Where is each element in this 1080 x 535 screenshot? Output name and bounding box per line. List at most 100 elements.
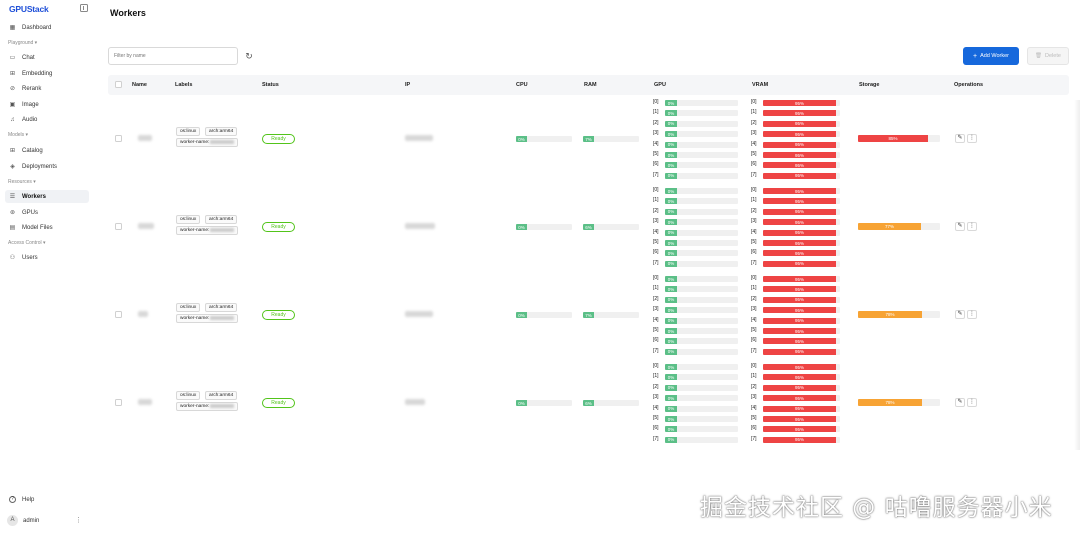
label-tag-os: os:linux <box>176 127 201 136</box>
vram-usage-bar: 95% <box>763 120 840 127</box>
col-storage: Storage <box>859 82 880 88</box>
sidebar-item-dashboard[interactable]: ▦ Dashboard <box>5 21 89 34</box>
sidebar-item-catalog[interactable]: ⊞ Catalog <box>5 144 89 157</box>
edit-icon[interactable]: ✎ <box>955 222 965 231</box>
add-worker-button[interactable]: + Add Worker <box>963 47 1019 65</box>
sidebar-item-embedding[interactable]: ⊞ Embedding <box>5 67 89 80</box>
group-resources[interactable]: Resources ▾ <box>8 179 36 185</box>
vram-index: [6] <box>751 425 757 432</box>
vram-usage-value: 95% <box>763 131 836 138</box>
row-checkbox[interactable] <box>115 135 122 142</box>
gpu-usage-bar: 0% <box>665 229 738 236</box>
ram-usage-bar: 6% <box>583 224 639 230</box>
gpu-index: [7] <box>653 259 659 266</box>
ip-redacted <box>405 311 433 317</box>
embedding-icon: ⊞ <box>9 71 16 77</box>
user-more-icon[interactable]: ⋮ <box>75 516 82 524</box>
gpu-index: [3] <box>653 130 659 137</box>
user-menu[interactable]: A admin <box>7 515 39 526</box>
group-playground[interactable]: Playground ▾ <box>8 40 37 46</box>
row-checkbox[interactable] <box>115 223 122 230</box>
sidebar-item-audio[interactable]: ♫ Audio <box>5 113 89 126</box>
vram-usage-bar: 95% <box>763 162 840 169</box>
gpu-usage-bar: 0% <box>665 296 738 303</box>
col-ram[interactable]: RAM <box>584 82 597 88</box>
gpu-usage-bar: 0% <box>665 436 738 443</box>
table-row[interactable]: os:linux arch:arm64 worker-name: Ready 0% 6% [… <box>108 186 1069 274</box>
select-all-checkbox[interactable] <box>115 81 122 88</box>
vram-usage-value: 95% <box>763 152 836 158</box>
sidebar-item-rerank[interactable]: ⊘ Rerank <box>5 82 89 95</box>
col-name[interactable]: Name <box>132 82 147 88</box>
edit-icon[interactable]: ✎ <box>955 310 965 319</box>
edit-icon[interactable]: ✎ <box>955 398 965 407</box>
table-row[interactable]: os:linux arch:arm64 worker-name: Ready 0% 7% [… <box>108 98 1069 186</box>
vram-index: [5] <box>751 327 757 333</box>
sidebar-item-label: Users <box>22 254 38 261</box>
group-access-control[interactable]: Access Control ▾ <box>8 240 46 246</box>
cpu-number: 0 <box>518 224 521 230</box>
more-icon[interactable]: ⋮ <box>967 310 977 319</box>
label-tag-worker-name: worker-name: <box>176 402 239 411</box>
col-cpu[interactable]: CPU <box>516 82 528 88</box>
gpu-usage-bar: 0% <box>665 364 738 370</box>
gpu-usage-bar: 0% <box>665 374 738 381</box>
delete-button[interactable]: 🗑 Delete <box>1027 47 1069 65</box>
vram-index: [2] <box>751 119 757 126</box>
vram-usage-value: 95% <box>763 110 836 117</box>
sidebar-item-model-files[interactable]: ▤ Model Files <box>5 221 89 234</box>
vram-usage-value: 95% <box>763 240 836 246</box>
sidebar-item-users[interactable]: ⚇ Users <box>5 251 89 264</box>
gpu-usage-bar: 0% <box>665 416 738 422</box>
gpu-usage-value: 0% <box>665 328 677 334</box>
sidebar-item-gpus[interactable]: ⊛ GPUs <box>5 206 89 219</box>
row-checkbox[interactable] <box>115 311 122 318</box>
label-tag-arch: arch:arm64 <box>205 215 238 224</box>
sidebar-item-image[interactable]: ▣ Image <box>5 98 89 111</box>
more-icon[interactable]: ⋮ <box>967 134 977 143</box>
group-models[interactable]: Models ▾ <box>8 132 28 138</box>
vram-usage-bar: 95% <box>763 374 840 381</box>
vram-index: [7] <box>751 435 757 442</box>
sidebar-item-deployments[interactable]: ◈ Deployments <box>5 160 89 173</box>
help-link[interactable]: ? Help <box>9 496 34 503</box>
plus-icon: + <box>972 52 978 60</box>
more-icon[interactable]: ⋮ <box>967 222 977 231</box>
label-tag-arch: arch:arm64 <box>205 391 238 400</box>
cpu-usage-bar: 0% <box>516 312 572 318</box>
vram-usage-bar: 95% <box>763 198 840 205</box>
table-row[interactable]: os:linux arch:arm64 worker-name: Ready 0% 7% [… <box>108 274 1069 362</box>
vram-usage-bar: 95% <box>763 348 840 355</box>
cpu-usage-bar: 0% <box>516 400 572 406</box>
gpu-usage-value: 0% <box>665 348 677 355</box>
collapse-sidebar-icon[interactable] <box>80 4 88 12</box>
sidebar-item-label: Rerank <box>22 85 42 92</box>
gpu-usage-bar: 0% <box>665 395 738 402</box>
status-badge: Ready <box>262 310 295 320</box>
vram-index: [7] <box>751 259 757 266</box>
sidebar-item-workers[interactable]: ☰ Workers <box>5 190 89 203</box>
gpu-usage-bar: 0% <box>665 240 738 246</box>
refresh-icon[interactable]: ↻ <box>244 51 254 61</box>
edit-icon[interactable]: ✎ <box>955 134 965 143</box>
table-row[interactable]: os:linux arch:arm64 worker-name: Ready 0% 6% [… <box>108 362 1069 450</box>
vram-usage-bar: 95% <box>763 100 840 106</box>
filter-input[interactable] <box>108 47 238 65</box>
gpu-index: [7] <box>653 347 659 354</box>
gpu-usage-bar: 0% <box>665 317 738 324</box>
cpu-usage-bar: 0% <box>516 136 572 142</box>
vram-usage-bar: 95% <box>763 152 840 158</box>
gpu-usage-value: 0% <box>665 120 677 127</box>
vram-usage-bar: 95% <box>763 328 840 334</box>
vram-index: [4] <box>751 228 757 235</box>
row-checkbox[interactable] <box>115 399 122 406</box>
vram-usage-value: 95% <box>763 286 836 293</box>
vram-usage-bar: 95% <box>763 188 840 194</box>
cpu-usage-value: 0% <box>516 312 527 318</box>
user-name: admin <box>23 517 40 524</box>
sidebar-item-chat[interactable]: ▭ Chat <box>5 51 89 64</box>
more-icon[interactable]: ⋮ <box>967 398 977 407</box>
cpu-number: 0 <box>518 400 521 406</box>
app-logo[interactable]: GPUStack <box>9 4 49 14</box>
vram-index: [4] <box>751 316 757 323</box>
